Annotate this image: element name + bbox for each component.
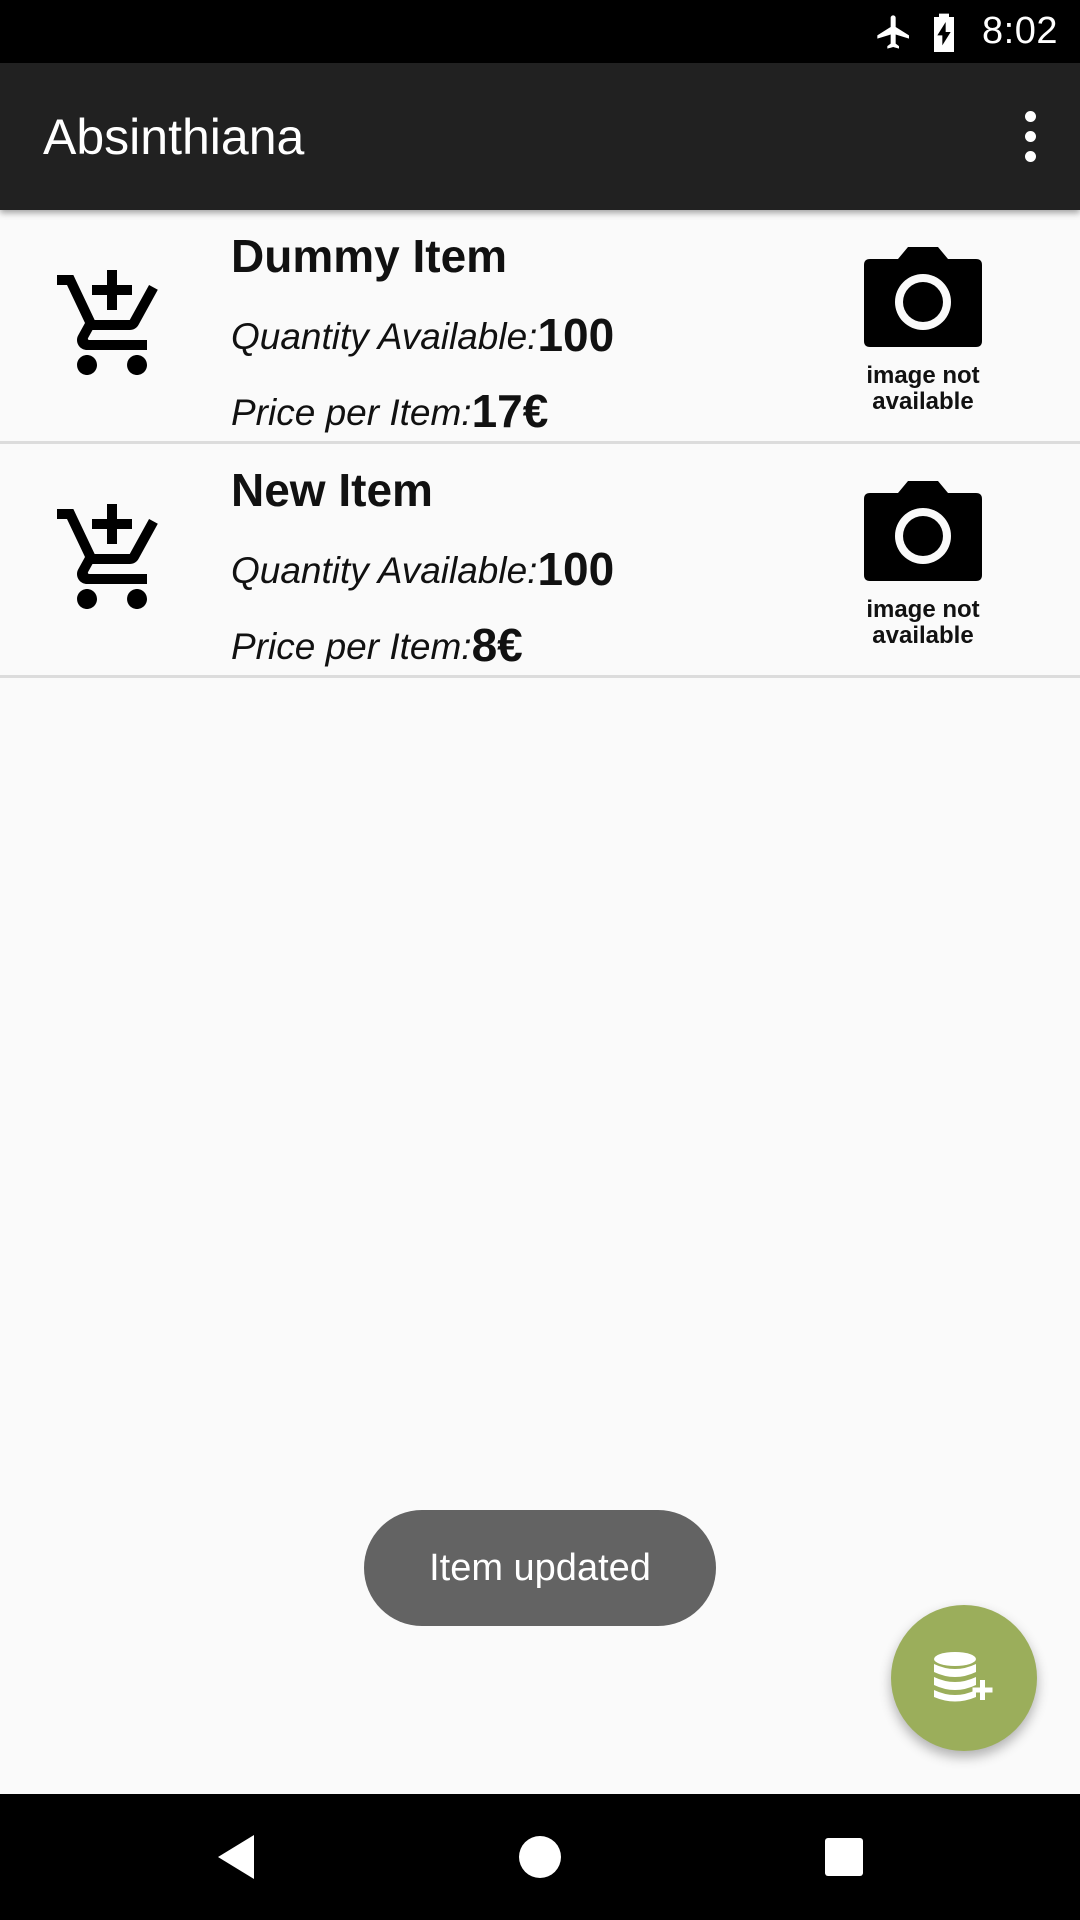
status-bar: 8:02 xyxy=(0,0,1080,63)
list-item[interactable]: New Item Quantity Available: 100 Price p… xyxy=(0,444,1080,678)
quantity-label: Quantity Available: xyxy=(231,316,538,357)
database-add-icon xyxy=(934,1652,993,1702)
navigation-bar xyxy=(0,1794,1080,1920)
item-name: New Item xyxy=(231,464,433,516)
more-vert-icon[interactable] xyxy=(1010,97,1050,177)
quantity-label: Quantity Available: xyxy=(231,550,538,591)
price-label: Price per Item: xyxy=(231,392,472,433)
camera-icon xyxy=(864,247,982,347)
item-name: Dummy Item xyxy=(231,230,508,282)
image-caption: image not available xyxy=(866,596,980,649)
home-icon[interactable] xyxy=(518,1835,562,1879)
image-caption: image not available xyxy=(866,362,980,415)
add-shopping-cart-icon[interactable] xyxy=(52,499,172,619)
item-image-placeholder: image not available xyxy=(858,245,988,415)
item-list: Dummy Item Quantity Available: 100 Price… xyxy=(0,210,1080,678)
item-image-placeholder: image not available xyxy=(858,479,988,649)
app-title: Absinthiana xyxy=(43,108,305,165)
recents-icon[interactable] xyxy=(824,1837,864,1877)
back-icon[interactable] xyxy=(214,1833,258,1881)
toast-message: Item updated xyxy=(364,1510,716,1626)
status-time: 8:02 xyxy=(982,10,1058,52)
add-item-fab[interactable] xyxy=(891,1605,1037,1751)
list-item[interactable]: Dummy Item Quantity Available: 100 Price… xyxy=(0,210,1080,444)
camera-icon xyxy=(864,481,982,581)
quantity-value: 100 xyxy=(537,309,615,361)
quantity-value: 100 xyxy=(537,543,615,595)
price-value: 17€ xyxy=(471,385,549,437)
battery-charging-icon xyxy=(934,13,955,52)
airplane-mode-icon xyxy=(877,14,910,49)
price-label: Price per Item: xyxy=(231,626,472,667)
price-value: 8€ xyxy=(471,619,523,671)
add-shopping-cart-icon[interactable] xyxy=(52,265,172,385)
app-bar: Absinthiana xyxy=(0,63,1080,210)
